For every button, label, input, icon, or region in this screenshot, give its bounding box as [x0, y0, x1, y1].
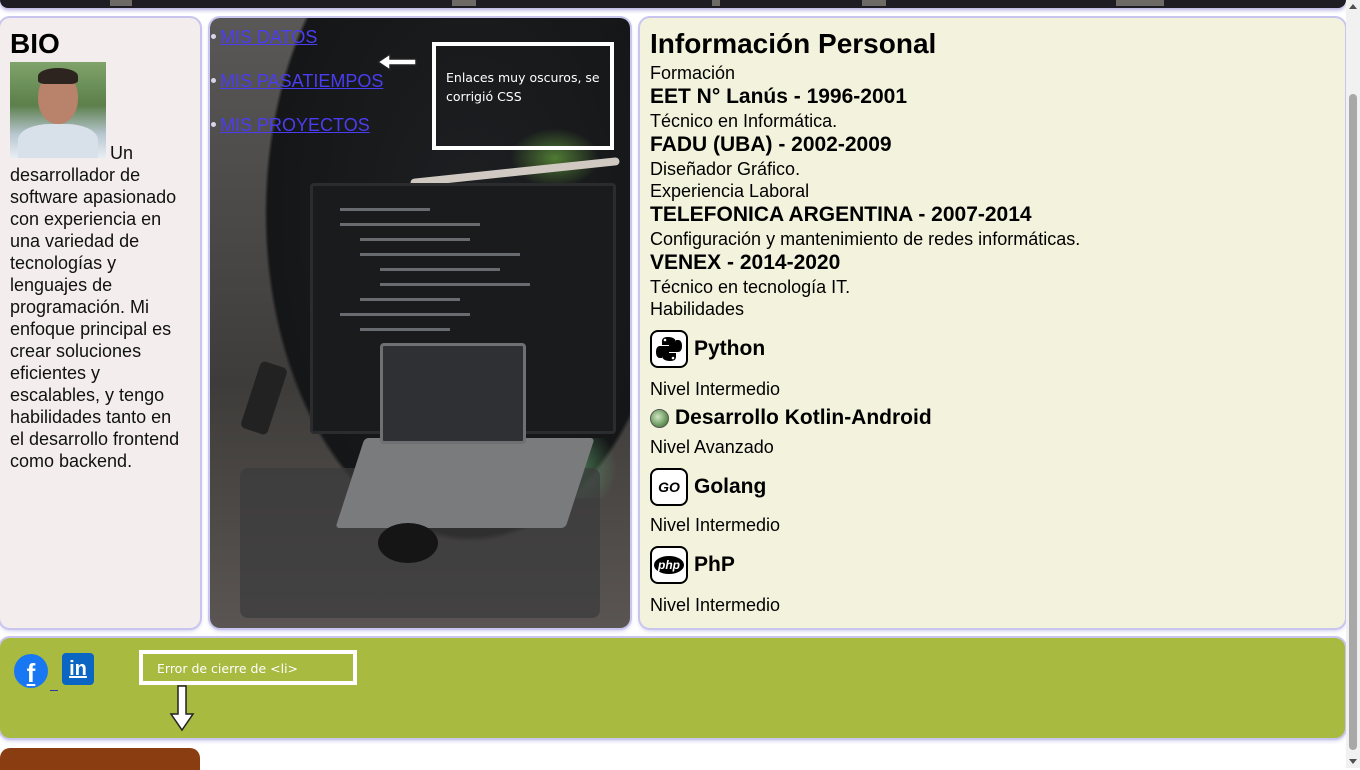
vertical-scrollbar[interactable] — [1346, 0, 1360, 768]
annotation-li-note: Error de cierre de <li> — [139, 650, 357, 685]
skill-python: Python — [650, 330, 1335, 368]
skill-level: Nivel Intermedio — [650, 379, 781, 399]
skill-level: Nivel Intermedio — [650, 595, 781, 615]
scroll-up-icon[interactable] — [1349, 4, 1357, 9]
php-icon: php — [650, 546, 688, 584]
education-place: FADU (UBA) - 2002-2009 — [650, 133, 892, 156]
bio-title: BIO — [10, 28, 60, 59]
skill-level: Nivel Avanzado — [650, 437, 774, 457]
bottom-section-tab — [0, 748, 200, 770]
education-degree: Diseñador Gráfico. — [650, 159, 801, 179]
skill-name: Golang — [694, 475, 767, 498]
experiencia-label: Experiencia Laboral — [650, 181, 810, 201]
top-nav-strip — [0, 0, 1346, 8]
golang-icon: GO — [650, 468, 688, 506]
skill-level: Nivel Intermedio — [650, 515, 781, 535]
arrow-left-icon — [376, 52, 417, 72]
link-underline-artifact — [50, 690, 58, 691]
skill-php: php PhP — [650, 546, 1335, 584]
footer: f in Error de cierre de <li> — [0, 638, 1345, 738]
top-strip-segment — [712, 0, 720, 6]
nav-link-mis-pasatiempos[interactable]: MIS PASATIEMPOS — [220, 71, 383, 91]
facebook-icon[interactable]: f — [14, 654, 48, 688]
arrow-down-icon — [169, 685, 195, 732]
formacion-label: Formación — [650, 63, 736, 83]
top-strip-segment — [110, 0, 132, 6]
personal-info-card: Información Personal Formación EET N° La… — [640, 18, 1345, 628]
bio-card: BIO Un desarrollador de software apasion… — [0, 18, 200, 628]
skill-golang: GO Golang — [650, 468, 1335, 506]
profile-photo — [10, 62, 106, 158]
nav-item-mis-datos: MIS DATOS — [210, 26, 383, 48]
skill-kotlin-android: Desarrollo Kotlin-Android — [650, 406, 1335, 430]
hero-image-panel: MIS DATOS MIS PASATIEMPOS MIS PROYECTOS … — [210, 18, 630, 628]
skill-name: Desarrollo Kotlin-Android — [675, 406, 932, 429]
education-place: EET N° Lanús - 1996-2001 — [650, 85, 908, 108]
top-strip-segment — [452, 0, 476, 6]
android-globe-icon — [650, 408, 669, 428]
skill-name: Python — [694, 337, 766, 360]
laptop-image — [380, 343, 526, 444]
annotation-css-note: Enlaces muy oscuros, se corrigió CSS — [432, 42, 614, 150]
nav-item-mis-pasatiempos: MIS PASATIEMPOS — [210, 70, 383, 92]
top-strip-segment — [862, 0, 886, 6]
skill-name: PhP — [694, 553, 735, 576]
job-company: TELEFONICA ARGENTINA - 2007-2014 — [650, 203, 1032, 226]
info-title: Información Personal — [650, 28, 937, 59]
nav-item-mis-proyectos: MIS PROYECTOS — [210, 114, 383, 136]
education-degree: Técnico en Informática. — [650, 111, 838, 131]
scrollbar-thumb[interactable] — [1349, 94, 1357, 750]
python-icon — [650, 330, 688, 368]
nav-menu: MIS DATOS MIS PASATIEMPOS MIS PROYECTOS — [210, 26, 383, 158]
nav-link-mis-proyectos[interactable]: MIS PROYECTOS — [220, 115, 370, 135]
job-company: VENEX - 2014-2020 — [650, 251, 841, 274]
job-role: Técnico en tecnología IT. — [650, 277, 851, 297]
top-strip-segment — [1116, 0, 1164, 6]
habilidades-label: Habilidades — [650, 299, 745, 319]
linkedin-icon[interactable]: in — [62, 653, 94, 685]
scroll-down-icon[interactable] — [1349, 759, 1357, 764]
nav-link-mis-datos[interactable]: MIS DATOS — [220, 27, 317, 47]
job-role: Configuración y mantenimiento de redes i… — [650, 229, 1081, 249]
